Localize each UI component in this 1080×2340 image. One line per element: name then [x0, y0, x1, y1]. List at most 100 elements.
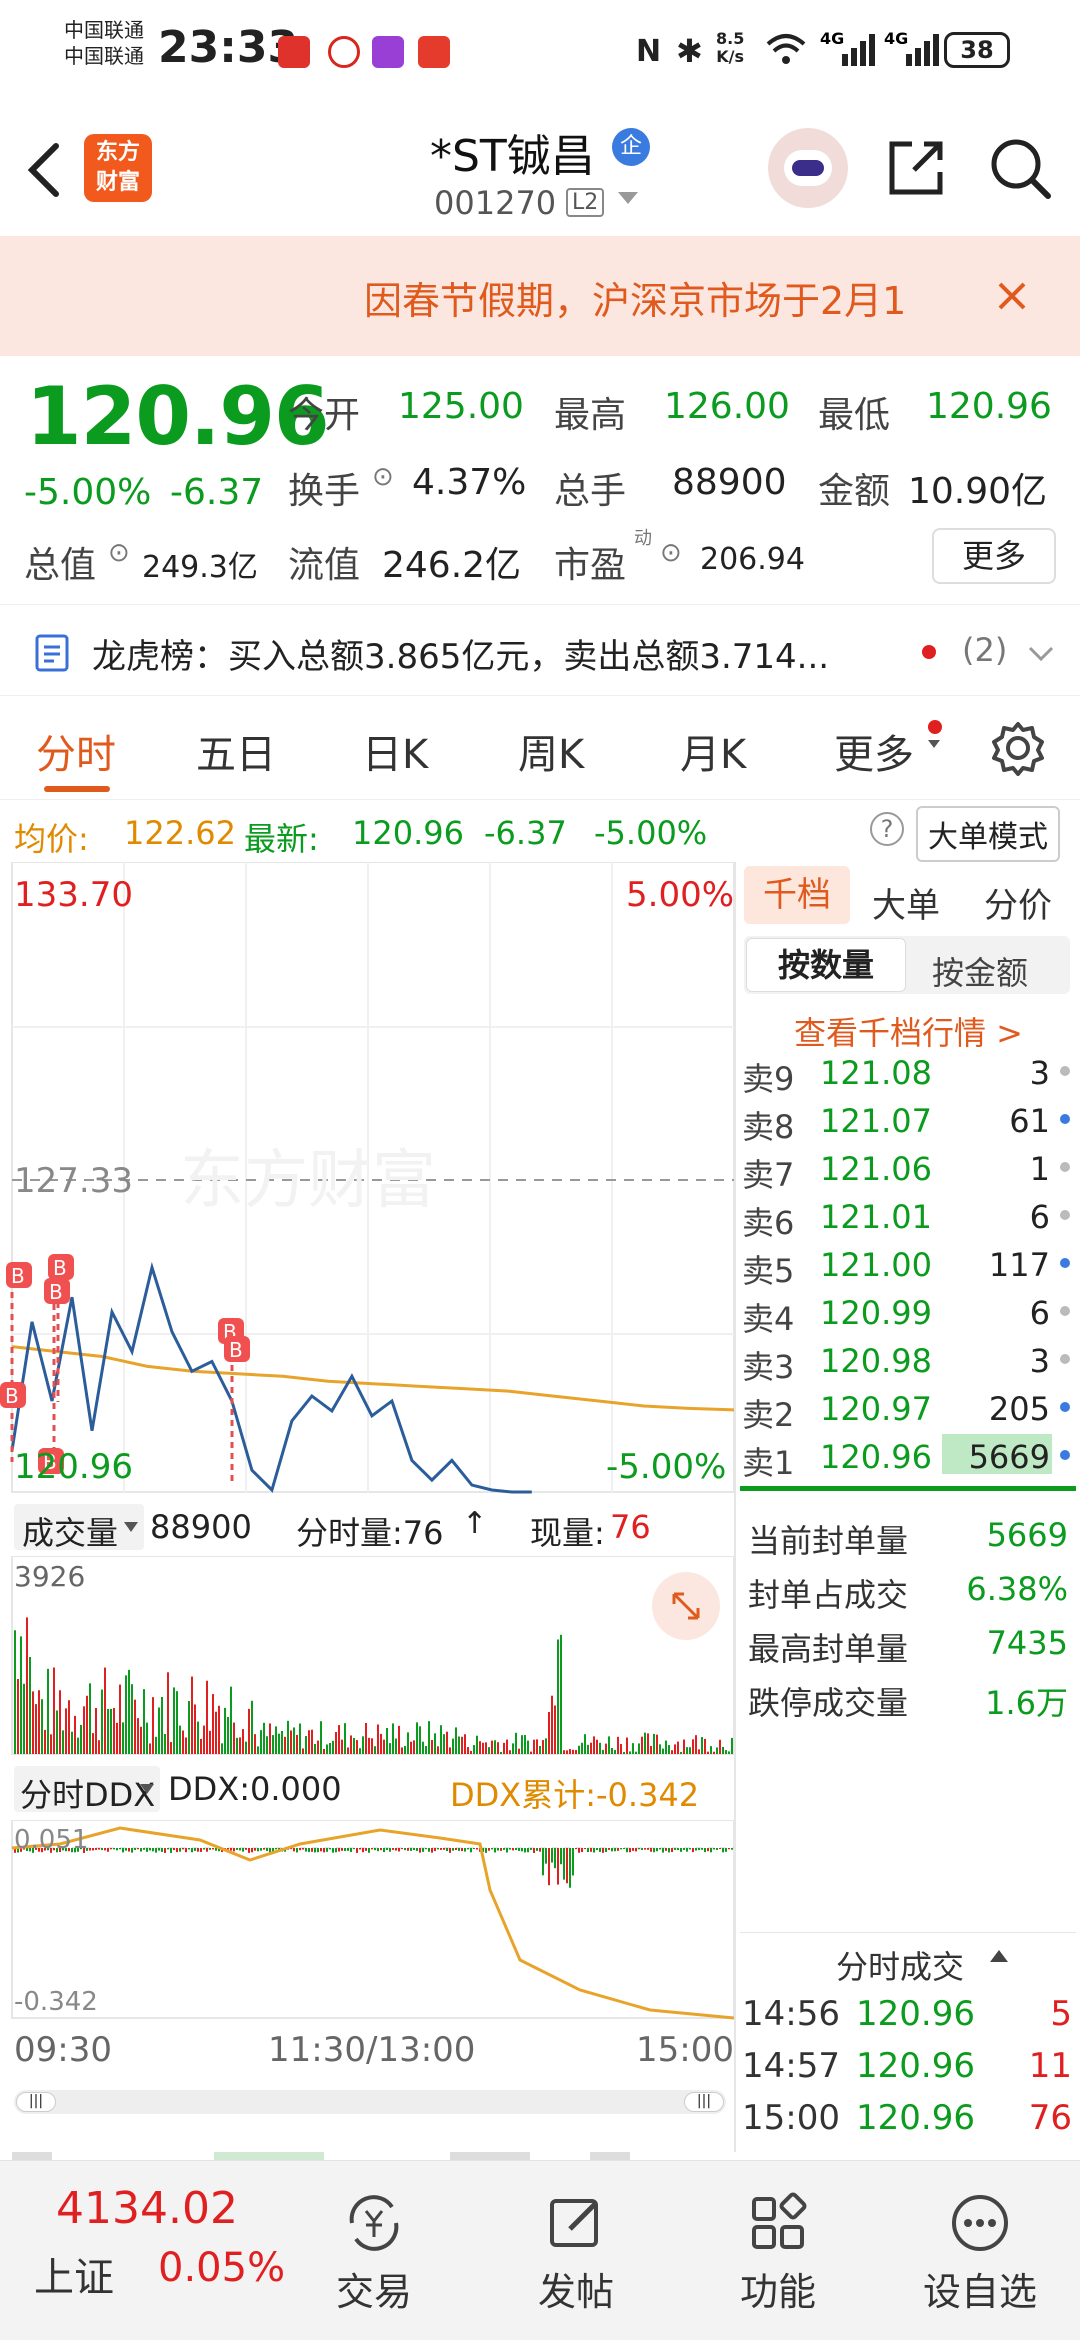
volume-bar [191, 1676, 193, 1754]
tab-monthly-k[interactable]: 月K [680, 722, 746, 780]
volume-bar [524, 1735, 526, 1754]
volume-bar [464, 1734, 466, 1754]
ddx-bar [350, 1848, 352, 1852]
tab-intraday[interactable]: 分时 [36, 722, 116, 780]
buy-marker[interactable]: B [48, 1254, 74, 1280]
nav-functions[interactable]: 功能 [708, 2191, 848, 2316]
buy-marker[interactable]: B [6, 1262, 32, 1288]
ddx-bar [581, 1848, 583, 1853]
ddx-bar [707, 1848, 709, 1852]
share-icon[interactable] [884, 136, 948, 200]
level2-badge[interactable]: L2 [566, 188, 605, 217]
ddx-bar [665, 1848, 667, 1851]
order-dot-icon [1060, 1402, 1070, 1412]
red-dot-icon [928, 720, 942, 734]
tab-five-day[interactable]: 五日 [196, 722, 276, 780]
close-icon[interactable] [996, 280, 1028, 312]
holiday-notice-banner[interactable]: 因春节假期，沪深京市场于2月1 [0, 236, 1080, 356]
ddx-bar [212, 1848, 214, 1850]
scroll-handle-left[interactable]: ||| [16, 2092, 56, 2112]
ddx-bar [572, 1848, 574, 1876]
volume-indicator-select[interactable]: 成交量 [14, 1504, 144, 1552]
ddx-bar [215, 1848, 217, 1851]
volume-bar [674, 1744, 676, 1754]
buy-marker[interactable]: B [224, 1336, 250, 1362]
volume-bar [74, 1715, 76, 1754]
buy-marker[interactable]: B [0, 1382, 26, 1408]
big-order-mode-button[interactable]: 大单模式 [916, 806, 1060, 862]
help-icon[interactable]: ? [870, 812, 904, 846]
trade-price: 120.96 [856, 2046, 975, 2086]
ddx-bar [635, 1848, 637, 1852]
ddx-bar [239, 1848, 241, 1851]
ask-row[interactable]: 卖5 121.00 117 [740, 1246, 1080, 1290]
ddx-bar [722, 1848, 724, 1853]
more-button[interactable]: 更多 [932, 528, 1056, 584]
tab-thousand-levels[interactable]: 千档 [744, 866, 850, 924]
ask-row[interactable]: 卖3 120.98 3 [740, 1342, 1080, 1386]
buy-marker[interactable]: B [44, 1278, 70, 1304]
nav-add-watchlist[interactable]: 设自选 [910, 2191, 1050, 2316]
volume-bar [671, 1750, 673, 1754]
volume-bar [275, 1726, 277, 1754]
subtab-by-amount[interactable]: 按金额 [932, 948, 1028, 994]
ddx-indicator-select[interactable]: 分时DDX [14, 1766, 160, 1814]
tab-more[interactable]: 更多 [834, 722, 914, 780]
volume-bar [668, 1745, 670, 1754]
index-quote[interactable]: 4134.02 上证 0.05% [8, 2161, 285, 2340]
ask-row[interactable]: 卖6 121.01 6 [740, 1198, 1080, 1242]
search-icon[interactable] [988, 136, 1052, 200]
time-start: 09:30 [14, 2030, 112, 2070]
tab-weekly-k[interactable]: 周K [518, 722, 584, 780]
volume-bar [311, 1729, 313, 1754]
ask-row[interactable]: 卖2 120.97 205 [740, 1390, 1080, 1434]
ask-row[interactable]: 卖1 120.96 5669 [740, 1434, 1080, 1482]
caret-up-icon[interactable] [990, 1950, 1008, 1962]
subtab-by-quantity[interactable]: 按数量 [746, 938, 906, 992]
nav-trade[interactable]: 交易 [304, 2191, 444, 2316]
expand-icon[interactable] [652, 1572, 720, 1640]
ask-row[interactable]: 卖8 121.07 61 [740, 1102, 1080, 1146]
settings-gear-icon[interactable] [990, 720, 1046, 776]
volume-bar [542, 1740, 544, 1754]
volume-bar [461, 1736, 463, 1754]
ask-row[interactable]: 卖9 121.08 3 [740, 1054, 1080, 1098]
chart-scrollbar[interactable]: ||| ||| [14, 2090, 726, 2114]
volume-bar [548, 1711, 550, 1754]
intraday-price-chart[interactable]: 东方财富 B B B B B B B 133.70 5.00% 127.33 1… [0, 862, 736, 1494]
tab-large-orders[interactable]: 大单 [872, 878, 940, 927]
turnover-label: 换手 [288, 471, 361, 512]
tab-daily-k[interactable]: 日K [362, 722, 428, 780]
eastmoney-logo[interactable]: 东方 财富 [84, 134, 152, 202]
chevron-down-icon[interactable] [618, 192, 638, 204]
tab-price-distribution[interactable]: 分价 [984, 878, 1052, 927]
volume-bar [284, 1736, 286, 1754]
trades-title[interactable]: 分时成交 [836, 1942, 964, 1988]
nav-post[interactable]: 发帖 [506, 2191, 646, 2316]
ask-row[interactable]: 卖4 120.99 6 [740, 1294, 1080, 1338]
stat-label: 封单占成交 [748, 1576, 909, 1614]
view-full-depth-link[interactable]: 查看千档行情 > [794, 1008, 1023, 1054]
back-arrow-icon[interactable] [22, 140, 62, 200]
volume-label: 总手 [554, 471, 627, 512]
ask-row[interactable]: 卖7 121.06 1 [740, 1150, 1080, 1194]
volume-bar [194, 1704, 196, 1754]
volume-bar [353, 1737, 355, 1754]
document-icon [35, 634, 69, 672]
svg-text:B: B [229, 1338, 243, 1362]
assistant-robot-icon[interactable] [768, 128, 848, 208]
scroll-handle-right[interactable]: ||| [684, 2092, 724, 2112]
high-label: 最高 [554, 395, 627, 436]
info-circle-icon[interactable]: ⊙ [372, 462, 394, 492]
volume-bar [437, 1746, 439, 1754]
chart-mid-price: 127.33 [14, 1161, 133, 1201]
dragon-tiger-row[interactable]: 龙虎榜：买入总额3.865亿元，卖出总额3.714... (2) [0, 604, 1080, 696]
volume-bar [500, 1751, 502, 1754]
ddx-bar [551, 1848, 553, 1863]
ddx-bar [425, 1848, 427, 1850]
ddx-bar [620, 1848, 622, 1850]
info-circle-icon[interactable]: ⊙ [660, 538, 682, 568]
ddx-bar [542, 1848, 544, 1876]
volume-bar [371, 1738, 373, 1754]
info-circle-icon[interactable]: ⊙ [108, 538, 130, 568]
